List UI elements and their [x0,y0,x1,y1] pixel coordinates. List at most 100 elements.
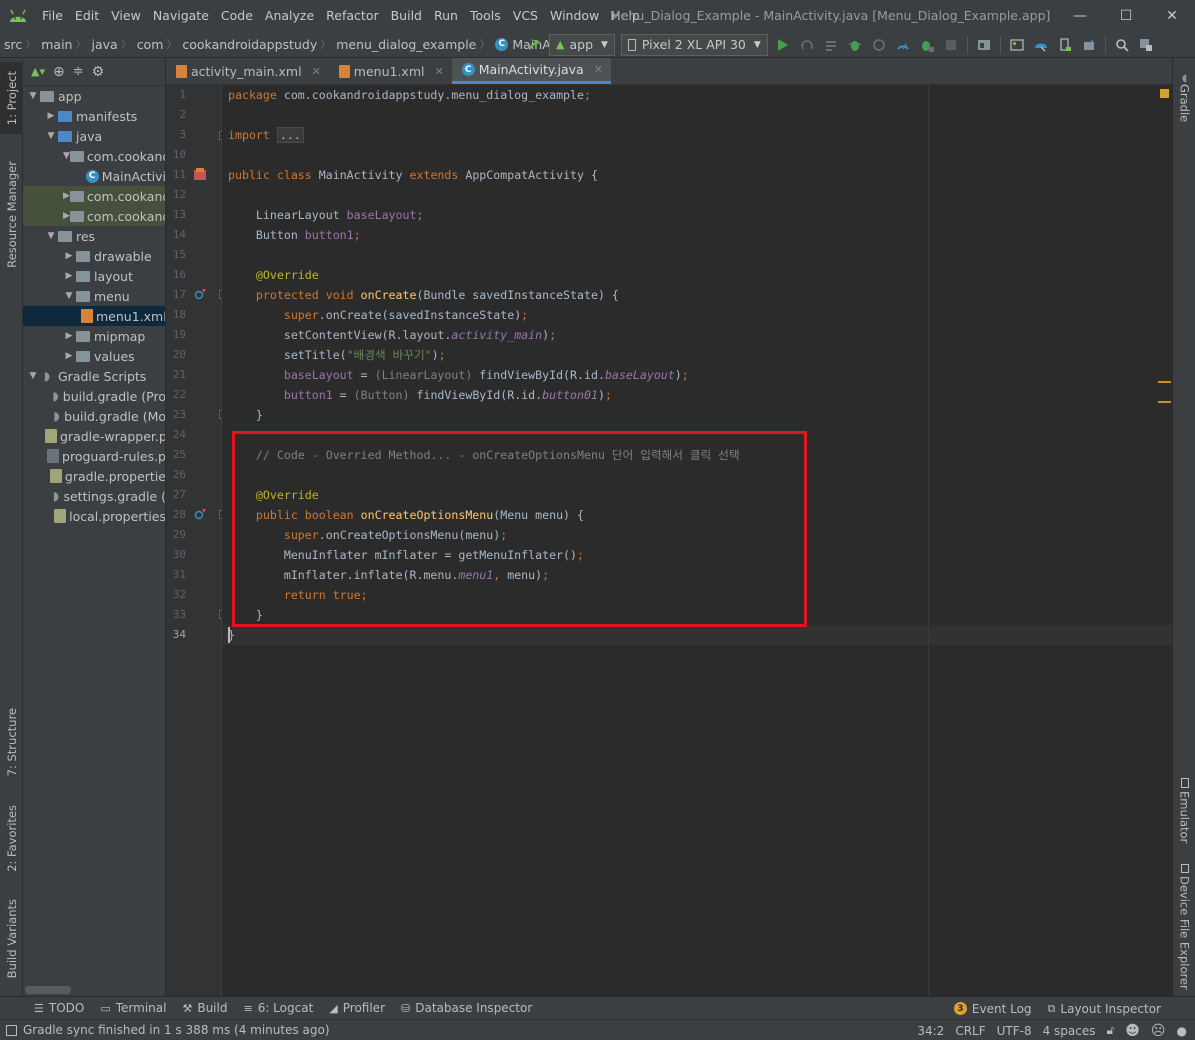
tree-item[interactable]: ◗ settings.gradle ( [23,486,165,506]
tree-item[interactable]: ▶ values [23,346,165,366]
tool-database-inspector[interactable]: ⛁ Database Inspector [393,1001,540,1015]
breadcrumb-item[interactable]: main [37,37,72,52]
device-select[interactable]: Pixel 2 XL API 30 ▼ [620,33,768,56]
crosshair-icon[interactable]: ⊕ [53,64,65,80]
tab-project[interactable]: 1: Project [0,62,23,134]
maximize-button[interactable]: ☐ [1103,0,1149,31]
sync-gradle-icon[interactable] [1029,33,1053,57]
android-activity-icon[interactable] [193,167,207,181]
tab-device-file-explorer[interactable]: Device File Explorer [1173,864,1195,990]
status-message[interactable]: Gradle sync finished in 1 s 388 ms (4 mi… [0,1023,330,1037]
tree-item[interactable]: ◗ build.gradle (Pro [23,386,165,406]
menu-edit[interactable]: Edit [69,0,105,31]
tree-item[interactable]: ▼ app [23,86,165,106]
menu-build[interactable]: Build [385,0,428,31]
tree-item[interactable]: menu1.xml [23,306,165,326]
breadcrumb-item[interactable]: com [133,37,164,52]
tab-menu1-xml[interactable]: menu1.xml ✕ [329,58,452,84]
run-config-select[interactable]: ▲ app ▼ [549,33,615,56]
event-log-button[interactable]: 3 Event Log [946,1002,1040,1016]
menu-refactor[interactable]: Refactor [320,0,384,31]
gear-icon[interactable]: ⚙ [92,64,105,80]
tree-item[interactable]: ▶ layout [23,266,165,286]
minimize-button[interactable]: — [1057,0,1103,31]
menu-vcs[interactable]: VCS [507,0,544,31]
menu-code[interactable]: Code [215,0,259,31]
tool-6-logcat[interactable]: ≡ 6: Logcat [235,1001,321,1015]
caret-position[interactable]: 34:2 [917,1024,944,1038]
settings-icon[interactable] [1134,33,1158,57]
apply-code-changes-icon[interactable] [819,33,843,57]
inspection-status-icon[interactable] [1160,89,1169,98]
tab-structure[interactable]: 7: Structure [0,702,23,782]
stop-icon[interactable] [939,33,963,57]
menu-file[interactable]: File [36,0,69,31]
tree-item[interactable]: ◗ build.gradle (Mo [23,406,165,426]
tree-item[interactable]: gradle.propertie [23,466,165,486]
tree-item[interactable]: local.properties [23,506,165,526]
override-method-icon[interactable] [193,507,207,521]
debug-icon[interactable] [843,33,867,57]
close-icon[interactable]: ✕ [312,65,321,78]
override-method-icon[interactable] [193,287,207,301]
menu-analyze[interactable]: Analyze [259,0,320,31]
close-window-button[interactable]: ✕ [1149,0,1195,31]
tab-activity_main-xml[interactable]: activity_main.xml ✕ [166,58,329,84]
collapse-all-icon[interactable]: ≑ [73,64,84,79]
close-icon[interactable]: ✕ [594,63,603,76]
feedback-sad-icon[interactable]: ☹ [1151,1023,1166,1039]
breadcrumb-item[interactable]: java [87,37,117,52]
tab-build-variants[interactable]: Build Variants [0,894,23,984]
tab-emulator[interactable]: Emulator [1173,774,1195,848]
breadcrumb-item[interactable]: src [0,37,22,52]
lock-icon[interactable]: 🔓︎ [1107,1023,1115,1038]
profile-icon[interactable] [867,33,891,57]
make-project-hammer-icon[interactable] [522,33,546,57]
search-icon[interactable] [1110,33,1134,57]
tree-item[interactable]: ▼ com.cookandr [23,146,165,166]
tree-item[interactable]: ▼ java [23,126,165,146]
line-separator[interactable]: CRLF [955,1024,985,1038]
file-encoding[interactable]: UTF-8 [997,1024,1032,1038]
menu-window[interactable]: Window [544,0,605,31]
menu-view[interactable]: View [105,0,147,31]
tree-item[interactable]: ▶ manifests [23,106,165,126]
tree-item[interactable]: ▶ drawable [23,246,165,266]
error-stripe-mark[interactable] [1158,401,1171,403]
tool-build[interactable]: ⚒ Build [174,1001,235,1015]
android-view-icon[interactable]: ▲▾ [31,65,45,78]
breadcrumb-item[interactable]: cookandroidappstudy [178,37,317,52]
notifications-icon[interactable]: ● [1177,1024,1187,1038]
apply-changes-icon[interactable] [795,33,819,57]
tree-item[interactable]: ▶ mipmap [23,326,165,346]
menu-tools[interactable]: Tools [464,0,507,31]
tree-item[interactable]: ▶ com.cookandr [23,206,165,226]
breadcrumb-item[interactable]: menu_dialog_example [332,37,476,52]
tool-windows-toggle-icon[interactable] [6,1024,17,1036]
attach-process-icon[interactable] [915,33,939,57]
indent-setting[interactable]: 4 spaces [1043,1024,1096,1038]
tree-item[interactable]: gradle-wrapper.p [23,426,165,446]
avd-manager-icon[interactable] [1053,33,1077,57]
tab-favorites[interactable]: 2: Favorites [0,798,23,878]
close-icon[interactable]: ✕ [434,65,443,78]
menu-navigate[interactable]: Navigate [147,0,215,31]
tree-item[interactable]: ▼ ◗ Gradle Scripts [23,366,165,386]
tree-item[interactable]: ▼ menu [23,286,165,306]
tool-todo[interactable]: ☰ TODO [26,1001,92,1015]
attach-debugger-icon[interactable] [891,33,915,57]
layout-icon[interactable] [1005,33,1029,57]
tool-terminal[interactable]: ▭ Terminal [92,1001,174,1015]
error-stripe-mark[interactable] [1158,381,1171,383]
run-icon[interactable] [771,33,795,57]
tree-item[interactable]: C MainActivi [23,166,165,186]
tree-item[interactable]: proguard-rules.p [23,446,165,466]
tab-resource-manager[interactable]: Resource Manager [0,152,23,276]
tool-profiler[interactable]: ◢ Profiler [321,1001,393,1015]
tab-gradle[interactable]: ◖ Gradle [1173,68,1195,128]
tab-mainactivity-java[interactable]: C MainActivity.java ✕ [451,58,611,84]
sdk-manager-icon[interactable] [1077,33,1101,57]
tree-item[interactable]: ▶ com.cookandr [23,186,165,206]
feedback-happy-icon[interactable]: ☻ [1125,1023,1140,1039]
menu-run[interactable]: Run [428,0,464,31]
